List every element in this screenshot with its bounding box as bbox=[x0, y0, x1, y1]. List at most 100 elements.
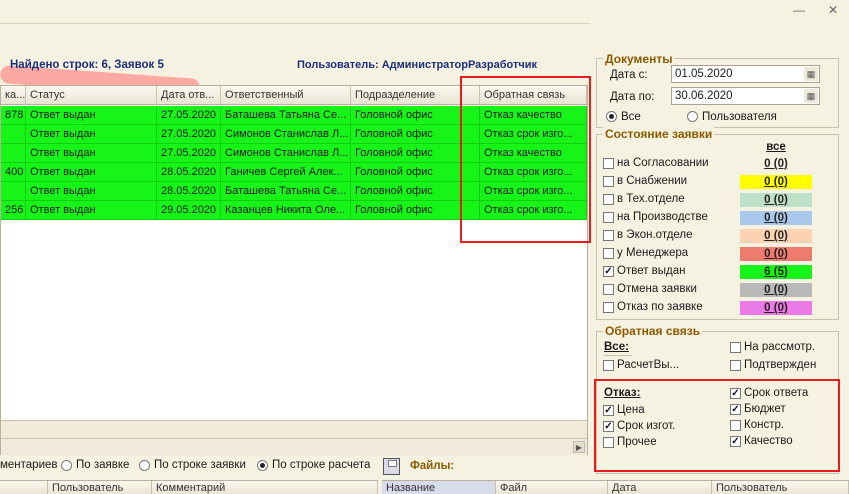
state-checkbox[interactable] bbox=[603, 248, 614, 259]
current-user-label: Пользователь: АдминистраторРазработчик bbox=[297, 59, 538, 71]
table-cell: Симонов Станислав Л... bbox=[221, 144, 351, 163]
horizontal-scrollbar[interactable]: ▶ bbox=[1, 438, 587, 455]
table-cell bbox=[1, 144, 26, 163]
save-icon[interactable] bbox=[383, 458, 400, 475]
documents-title: Документы bbox=[603, 52, 675, 66]
date-from-input[interactable]: 01.05.2020 ▦ bbox=[671, 65, 820, 83]
feedback-checkbox[interactable] bbox=[730, 342, 741, 353]
state-count-link[interactable]: 0 (0) bbox=[740, 193, 812, 207]
table-cell: Баташева Татьяна Се... bbox=[221, 106, 351, 125]
state-label: в Экон.отделе bbox=[617, 229, 693, 241]
table-cell: Ответ выдан bbox=[26, 144, 157, 163]
column-header[interactable]: Файл bbox=[496, 481, 608, 494]
found-rows-label: Найдено строк: 6, Заявок 5 bbox=[10, 59, 164, 71]
date-to-label: Дата по: bbox=[610, 91, 655, 103]
comments-grid-header: Пользователь Комментарий bbox=[0, 480, 378, 494]
table-cell: 27.05.2020 bbox=[157, 144, 221, 163]
divider bbox=[0, 23, 590, 24]
radio-user[interactable] bbox=[687, 111, 698, 122]
window-top-bar bbox=[0, 0, 849, 24]
state-checkbox[interactable] bbox=[603, 284, 614, 295]
request-state-title: Состояние заявки bbox=[603, 127, 715, 141]
scroll-right-icon[interactable]: ▶ bbox=[573, 441, 585, 453]
table-cell: Казанцев Никита Оле... bbox=[221, 201, 351, 220]
feedback-checkbox[interactable] bbox=[730, 360, 741, 371]
files-label: Файлы: bbox=[410, 460, 455, 472]
state-count-link[interactable]: 0 (0) bbox=[740, 301, 812, 315]
state-count-link[interactable]: 0 (0) bbox=[740, 247, 812, 261]
radio-label: По заявке bbox=[76, 459, 130, 471]
radio-all-label: Все bbox=[621, 111, 641, 123]
radio-label: По строке заявки bbox=[154, 459, 246, 471]
table-cell: Баташева Татьяна Се... bbox=[221, 182, 351, 201]
highlight-box bbox=[460, 76, 591, 243]
column-header bbox=[0, 481, 48, 494]
date-from-label: Дата с: bbox=[610, 69, 648, 81]
feedback-label: РасчетВы... bbox=[617, 359, 680, 371]
calendar-icon[interactable]: ▦ bbox=[804, 89, 818, 103]
table-cell: Ответ выдан bbox=[26, 201, 157, 220]
column-header[interactable]: Комментарий bbox=[152, 481, 378, 494]
table-cell bbox=[1, 125, 26, 144]
state-checkbox[interactable] bbox=[603, 302, 614, 313]
column-header[interactable]: Пользователь bbox=[48, 481, 152, 494]
state-checkbox[interactable] bbox=[603, 176, 614, 187]
all-states-link[interactable]: все bbox=[740, 141, 812, 153]
state-count-link[interactable]: 0 (0) bbox=[740, 283, 812, 297]
feedback-label: Подтвержден bbox=[744, 359, 817, 371]
table-cell: 878 bbox=[1, 106, 26, 125]
radio-by-request-line[interactable] bbox=[139, 460, 150, 471]
state-label: на Производстве bbox=[617, 211, 708, 223]
column-header[interactable]: Пользователь bbox=[712, 481, 849, 494]
state-label: на Согласовании bbox=[617, 157, 709, 169]
state-checkbox[interactable] bbox=[603, 158, 614, 169]
date-to-value: 30.06.2020 bbox=[675, 90, 733, 102]
table-cell: 256 bbox=[1, 201, 26, 220]
column-header[interactable]: Название bbox=[382, 481, 496, 494]
table-cell: Ответ выдан bbox=[26, 106, 157, 125]
state-checkbox[interactable] bbox=[603, 230, 614, 241]
state-checkbox[interactable] bbox=[603, 212, 614, 223]
state-checkbox[interactable] bbox=[603, 194, 614, 205]
feedback-checkbox[interactable] bbox=[603, 360, 614, 371]
close-button[interactable]: ✕ bbox=[824, 2, 842, 18]
table-cell: 27.05.2020 bbox=[157, 125, 221, 144]
state-count-link[interactable]: 0 (0) bbox=[740, 157, 812, 171]
table-cell: Симонов Станислав Л... bbox=[221, 125, 351, 144]
divider bbox=[604, 355, 632, 356]
state-count-link[interactable]: 6 (5) bbox=[740, 265, 812, 279]
state-checkbox[interactable]: ✓ bbox=[603, 266, 614, 277]
minimize-button[interactable]: — bbox=[790, 2, 808, 18]
column-header[interactable]: ка... bbox=[1, 86, 26, 105]
table-cell: 29.05.2020 bbox=[157, 201, 221, 220]
radio-label: По строке расчета bbox=[272, 459, 371, 471]
table-cell: 28.05.2020 bbox=[157, 163, 221, 182]
date-to-input[interactable]: 30.06.2020 ▦ bbox=[671, 87, 820, 105]
radio-all[interactable] bbox=[606, 111, 617, 122]
files-grid-header: Название Файл Дата Пользователь bbox=[382, 480, 849, 494]
feedback-label: На рассмотр. bbox=[744, 341, 816, 353]
state-count-link[interactable]: 0 (0) bbox=[740, 175, 812, 189]
radio-by-calc-line[interactable] bbox=[257, 460, 268, 471]
table-cell: 28.05.2020 bbox=[157, 182, 221, 201]
table-cell bbox=[1, 182, 26, 201]
table-cell: 27.05.2020 bbox=[157, 106, 221, 125]
column-header[interactable]: Ответственный bbox=[221, 86, 351, 105]
table-cell: Ответ выдан bbox=[26, 182, 157, 201]
table-cell: 400 bbox=[1, 163, 26, 182]
radio-user-label: Пользователя bbox=[702, 111, 777, 123]
table-cell: Ответ выдан bbox=[26, 163, 157, 182]
column-header[interactable]: Дата отв... bbox=[157, 86, 221, 105]
partial-label: ментариев bbox=[0, 459, 58, 471]
table-cell: Ганичев Сергей Алек... bbox=[221, 163, 351, 182]
column-header[interactable]: Дата bbox=[608, 481, 712, 494]
table-footer bbox=[1, 420, 587, 438]
state-label: в Тех.отделе bbox=[617, 193, 685, 205]
state-count-link[interactable]: 0 (0) bbox=[740, 229, 812, 243]
calendar-icon[interactable]: ▦ bbox=[804, 67, 818, 81]
feedback-all-link[interactable]: Все: bbox=[604, 341, 629, 353]
feedback-title: Обратная связь bbox=[603, 324, 703, 338]
state-count-link[interactable]: 0 (0) bbox=[740, 211, 812, 225]
radio-by-request[interactable] bbox=[61, 460, 72, 471]
column-header[interactable]: Статус bbox=[26, 86, 157, 105]
